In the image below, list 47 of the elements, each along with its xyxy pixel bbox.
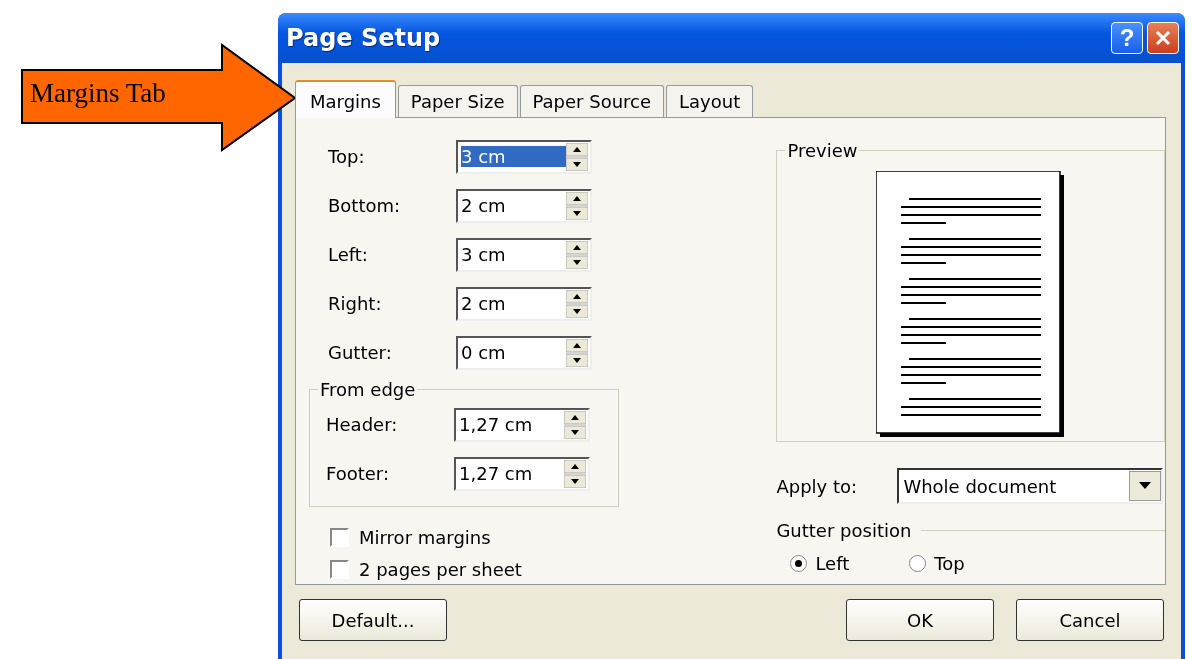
dialog-button[interactable]: OK: [846, 599, 994, 641]
field-label: Top:: [328, 146, 366, 167]
field-label: Bottom:: [328, 195, 402, 216]
tab[interactable]: Paper Source: [519, 85, 665, 117]
field-label: Right:: [328, 293, 383, 314]
spin-arrows-icon[interactable]: [566, 240, 588, 269]
radio-label[interactable]: Left: [815, 553, 850, 574]
tab[interactable]: Margins: [295, 80, 396, 118]
spin-box[interactable]: 1,27 cm: [454, 456, 590, 491]
checkbox-label[interactable]: Mirror margins: [359, 526, 491, 548]
checkbox-label[interactable]: 2 pages per sheet: [359, 558, 522, 580]
spin-arrows-icon[interactable]: [566, 191, 588, 220]
spin-arrows-icon[interactable]: [564, 459, 586, 488]
tab[interactable]: Paper Size: [397, 85, 518, 117]
checkbox[interactable]: [330, 527, 349, 547]
spin-arrows-icon[interactable]: [566, 142, 588, 171]
field-label: Gutter:: [328, 342, 393, 363]
window-title: Page Setup: [286, 24, 442, 52]
spin-box[interactable]: 1,27 cm: [454, 407, 590, 442]
dropdown[interactable]: Whole document: [897, 468, 1164, 504]
spin-arrows-icon[interactable]: [566, 289, 588, 318]
callout-label: Margins Tab: [30, 78, 166, 109]
close-button[interactable]: [1147, 22, 1179, 54]
spin-box[interactable]: 0 cm: [456, 335, 592, 370]
tab[interactable]: Layout: [666, 85, 754, 117]
radio-button[interactable]: [909, 555, 927, 572]
radio-label[interactable]: Top: [934, 553, 965, 574]
group-label: Preview: [786, 140, 859, 161]
dropdown-arrow-icon: [1139, 482, 1152, 490]
spin-box[interactable]: 2 cm: [456, 188, 592, 223]
spin-box[interactable]: 2 cm: [456, 286, 592, 321]
field-label: Left:: [328, 244, 369, 265]
spin-arrows-icon[interactable]: [564, 410, 586, 439]
spin-box[interactable]: 3 cm: [456, 139, 592, 174]
close-icon: [1155, 30, 1171, 46]
group-label: Gutter position: [776, 520, 912, 541]
checkbox[interactable]: [330, 559, 349, 579]
field-label: Header:: [326, 414, 399, 435]
spin-arrows-icon[interactable]: [566, 338, 588, 367]
spin-box[interactable]: 3 cm: [456, 237, 592, 272]
radio-button[interactable]: [790, 555, 808, 572]
field-label: Footer:: [326, 463, 391, 484]
help-button[interactable]: ?: [1111, 22, 1143, 54]
group-label: From edge: [319, 379, 417, 400]
field-label: Apply to:: [776, 475, 859, 497]
dialog-button[interactable]: Cancel: [1016, 599, 1164, 641]
dialog-button[interactable]: Default...: [299, 599, 447, 641]
